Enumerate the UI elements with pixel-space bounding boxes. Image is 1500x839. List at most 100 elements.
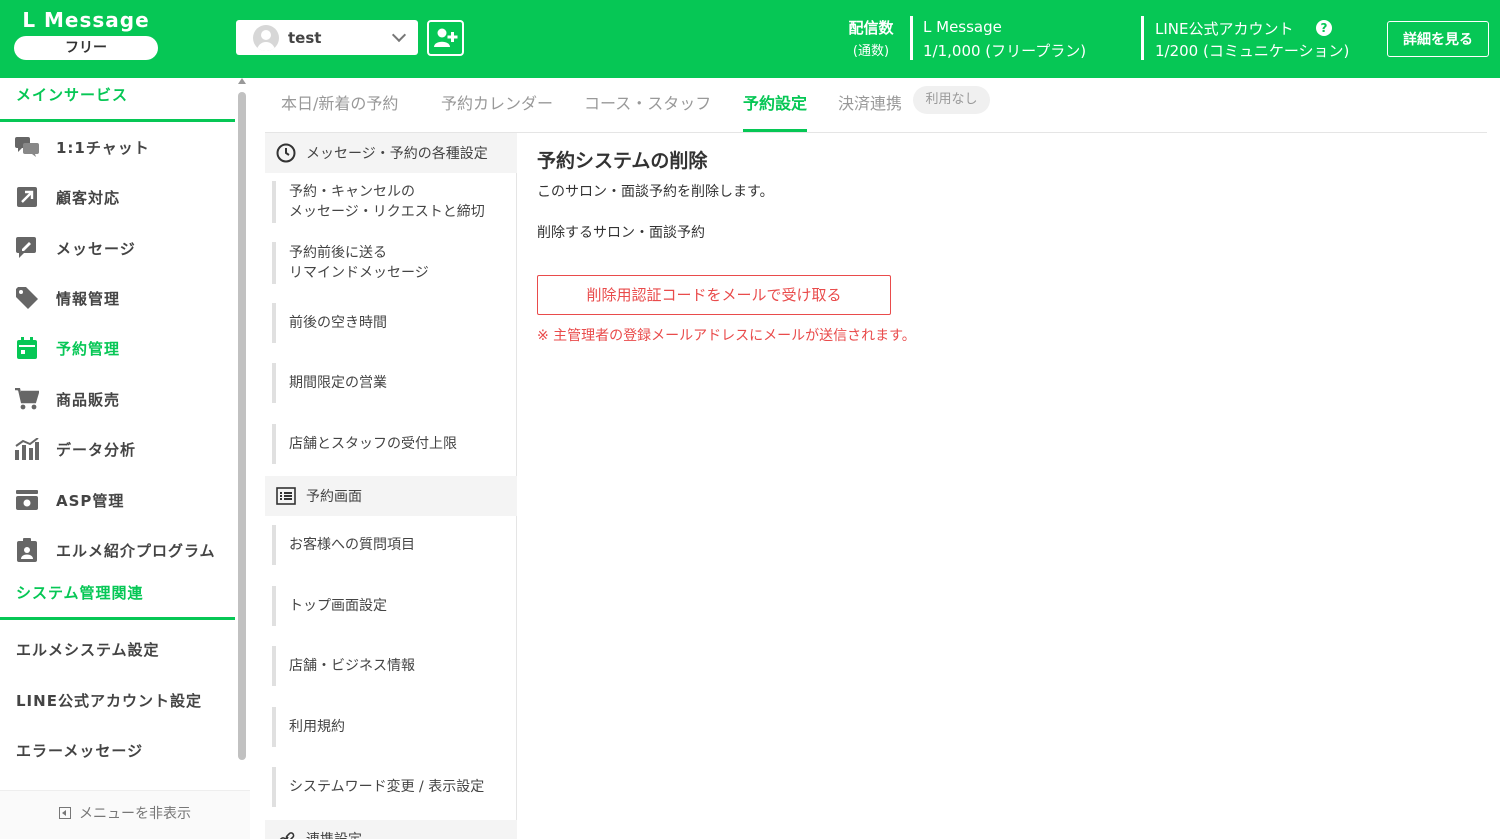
chevron-down-icon bbox=[391, 27, 407, 43]
wallet-icon bbox=[15, 489, 39, 511]
top-header: L Message フリー test 配信数 (通数) L Message 1/… bbox=[0, 0, 1500, 78]
sidebar-item-message[interactable]: メッセージ bbox=[0, 223, 235, 273]
submenu-item-label: お客様への質問項目 bbox=[289, 537, 415, 553]
account-name: test bbox=[288, 28, 322, 47]
arrow-out-icon bbox=[15, 186, 39, 208]
submenu-item-business-info[interactable]: 店舗・ビジネス情報 bbox=[272, 646, 512, 686]
sidebar-item-asp[interactable]: ASP管理 bbox=[0, 475, 235, 525]
submenu-head-label: メッセージ・予約の各種設定 bbox=[306, 146, 488, 162]
hide-menu-label: メニューを非表示 bbox=[79, 806, 191, 822]
submenu-item-top-page[interactable]: トップ画面設定 bbox=[272, 586, 512, 626]
submenu-item-limited-business[interactable]: 期間限定の営業 bbox=[272, 363, 512, 403]
add-account-button[interactable] bbox=[427, 20, 464, 56]
delivery-count-sublabel: (通数) bbox=[852, 44, 890, 59]
sidebar-item-label: メッセージ bbox=[56, 239, 136, 258]
calendar-icon bbox=[15, 337, 39, 359]
sidebar-item-label: 1:1チャット bbox=[56, 138, 150, 157]
lmessage-count-text: 1/1,000 (フリープラン) bbox=[923, 42, 1087, 60]
tab-course-staff[interactable]: コース・スタッフ bbox=[584, 90, 711, 132]
clipboard-user-icon bbox=[15, 538, 39, 562]
message-edit-icon bbox=[15, 237, 39, 259]
submenu-head-booking-page: 予約画面 bbox=[265, 476, 517, 516]
sidebar-item-system-settings[interactable]: エルメシステム設定 bbox=[16, 639, 160, 660]
line-account-count-value: 1/200 (コミュニケーション) bbox=[1155, 42, 1350, 60]
tab-calendar[interactable]: 予約カレンダー bbox=[441, 90, 553, 132]
sidebar-item-analytics[interactable]: データ分析 bbox=[0, 424, 235, 474]
chart-icon bbox=[15, 438, 39, 460]
sidebar-item-info[interactable]: 情報管理 bbox=[0, 273, 235, 323]
logo[interactable]: L Message フリー bbox=[14, 8, 158, 60]
sidebar-item-referral[interactable]: エルメ紹介プログラム bbox=[0, 525, 235, 575]
add-user-icon bbox=[433, 28, 457, 47]
lmessage-count-value: 1/1,000 (フリープラン) bbox=[923, 40, 1086, 61]
sidebar-item-customer[interactable]: 顧客対応 bbox=[0, 172, 235, 222]
sidebar-item-reservation[interactable]: 予約管理 bbox=[0, 323, 235, 373]
tag-icon bbox=[15, 287, 39, 309]
submenu-item-line: 予約前後に送る bbox=[289, 245, 387, 261]
page-description: このサロン・面談予約を削除します。 bbox=[537, 184, 774, 200]
submenu-item-label: 期間限定の営業 bbox=[289, 375, 387, 391]
tab-today[interactable]: 本日/新着の予約 bbox=[281, 90, 398, 132]
delivery-count-label: 配信数 bbox=[848, 19, 894, 37]
sidebar-item-label: ASP管理 bbox=[56, 491, 125, 510]
sidebar-item-sales[interactable]: 商品販売 bbox=[0, 374, 235, 424]
email-note: ※ 主管理者の登録メールアドレスにメールが送信されます。 bbox=[537, 328, 916, 344]
section-main-services: メインサービス bbox=[0, 78, 235, 122]
page-title: 予約システムの削除 bbox=[537, 150, 708, 172]
sidebar-item-label: 予約管理 bbox=[56, 339, 121, 358]
sidebar-scrollbar[interactable] bbox=[238, 92, 246, 760]
hide-menu-button[interactable]: メニューを非表示 bbox=[0, 790, 250, 839]
submenu-item-reminder[interactable]: 予約前後に送るリマインドメッセージ bbox=[272, 242, 512, 284]
clock-icon bbox=[276, 143, 296, 163]
submenu-item-line: メッセージ・リクエストと締切 bbox=[289, 204, 485, 220]
submenu-item-label: システムワード変更 / 表示設定 bbox=[289, 779, 485, 795]
submenu-item-line: 予約・キャンセルの bbox=[289, 184, 415, 200]
submenu-item-questions[interactable]: お客様への質問項目 bbox=[272, 525, 512, 565]
sidebar-item-error-messages[interactable]: エラーメッセージ bbox=[16, 740, 143, 761]
sidebar-item-label: エルメ紹介プログラム bbox=[56, 541, 216, 560]
sidebar-item-label: 情報管理 bbox=[56, 289, 121, 308]
tab-reservation-settings[interactable]: 予約設定 bbox=[743, 90, 808, 132]
submenu-item-label: 店舗とスタッフの受付上限 bbox=[289, 436, 457, 452]
submenu-item-buffer-time[interactable]: 前後の空き時間 bbox=[272, 303, 512, 343]
submenu-item-label: 前後の空き時間 bbox=[289, 315, 387, 331]
sidebar-item-chat[interactable]: 1:1チャット bbox=[0, 122, 235, 172]
avatar bbox=[253, 24, 279, 51]
section-system: システム管理関連 bbox=[0, 576, 235, 620]
divider bbox=[1141, 16, 1144, 60]
request-delete-code-button[interactable]: 削除用認証コードをメールで受け取る bbox=[537, 275, 891, 315]
cart-icon bbox=[15, 388, 39, 410]
tab-payment[interactable]: 決済連携 bbox=[838, 90, 902, 132]
sidebar-item-label: 商品販売 bbox=[56, 390, 121, 409]
scrollbar-up-arrow[interactable] bbox=[238, 78, 246, 84]
submenu-item-capacity[interactable]: 店舗とスタッフの受付上限 bbox=[272, 424, 512, 464]
lmessage-count-label: L Message bbox=[923, 18, 1002, 36]
submenu-item-system-words[interactable]: システムワード変更 / 表示設定 bbox=[272, 767, 512, 807]
status-badge: 利用なし bbox=[913, 86, 990, 114]
logo-title: L Message bbox=[22, 8, 150, 32]
help-icon[interactable]: ? bbox=[1316, 20, 1332, 36]
submenu-head-integration: 連携設定 bbox=[265, 820, 517, 839]
submenu-head-label: 連携設定 bbox=[306, 829, 362, 839]
chat-icon bbox=[15, 136, 39, 158]
sidebar-item-line-settings[interactable]: LINE公式アカウント設定 bbox=[16, 690, 202, 711]
account-selector[interactable]: test bbox=[236, 20, 418, 55]
tab-bar: 本日/新着の予約 予約カレンダー コース・スタッフ 予約設定 決済連携 利用なし bbox=[265, 78, 1487, 133]
submenu-head-message-settings: メッセージ・予約の各種設定 bbox=[265, 133, 517, 173]
link-icon bbox=[276, 829, 296, 839]
submenu-item-label: 予約・キャンセルのメッセージ・リクエストと締切 bbox=[289, 182, 485, 222]
submenu-item-label: 利用規約 bbox=[289, 719, 345, 735]
sidebar-item-label: 顧客対応 bbox=[56, 188, 121, 207]
list-icon bbox=[276, 486, 296, 506]
submenu-item-line: リマインドメッセージ bbox=[289, 265, 429, 281]
submenu-item-cancel-messages[interactable]: 予約・キャンセルのメッセージ・リクエストと締切 bbox=[272, 181, 512, 223]
details-button[interactable]: 詳細を見る bbox=[1387, 21, 1489, 57]
sidebar: メインサービス 1:1チャット 顧客対応 メッセージ 情報管理 予約管理 商品販 bbox=[0, 78, 250, 839]
settings-submenu: メッセージ・予約の各種設定 予約・キャンセルのメッセージ・リクエストと締切 予約… bbox=[265, 133, 517, 839]
divider bbox=[910, 16, 913, 60]
sidebar-item-label: データ分析 bbox=[56, 440, 137, 459]
submenu-item-label: トップ画面設定 bbox=[289, 598, 387, 614]
collapse-icon bbox=[59, 807, 71, 819]
submenu-item-label: 店舗・ビジネス情報 bbox=[289, 658, 415, 674]
submenu-item-terms[interactable]: 利用規約 bbox=[272, 707, 512, 747]
